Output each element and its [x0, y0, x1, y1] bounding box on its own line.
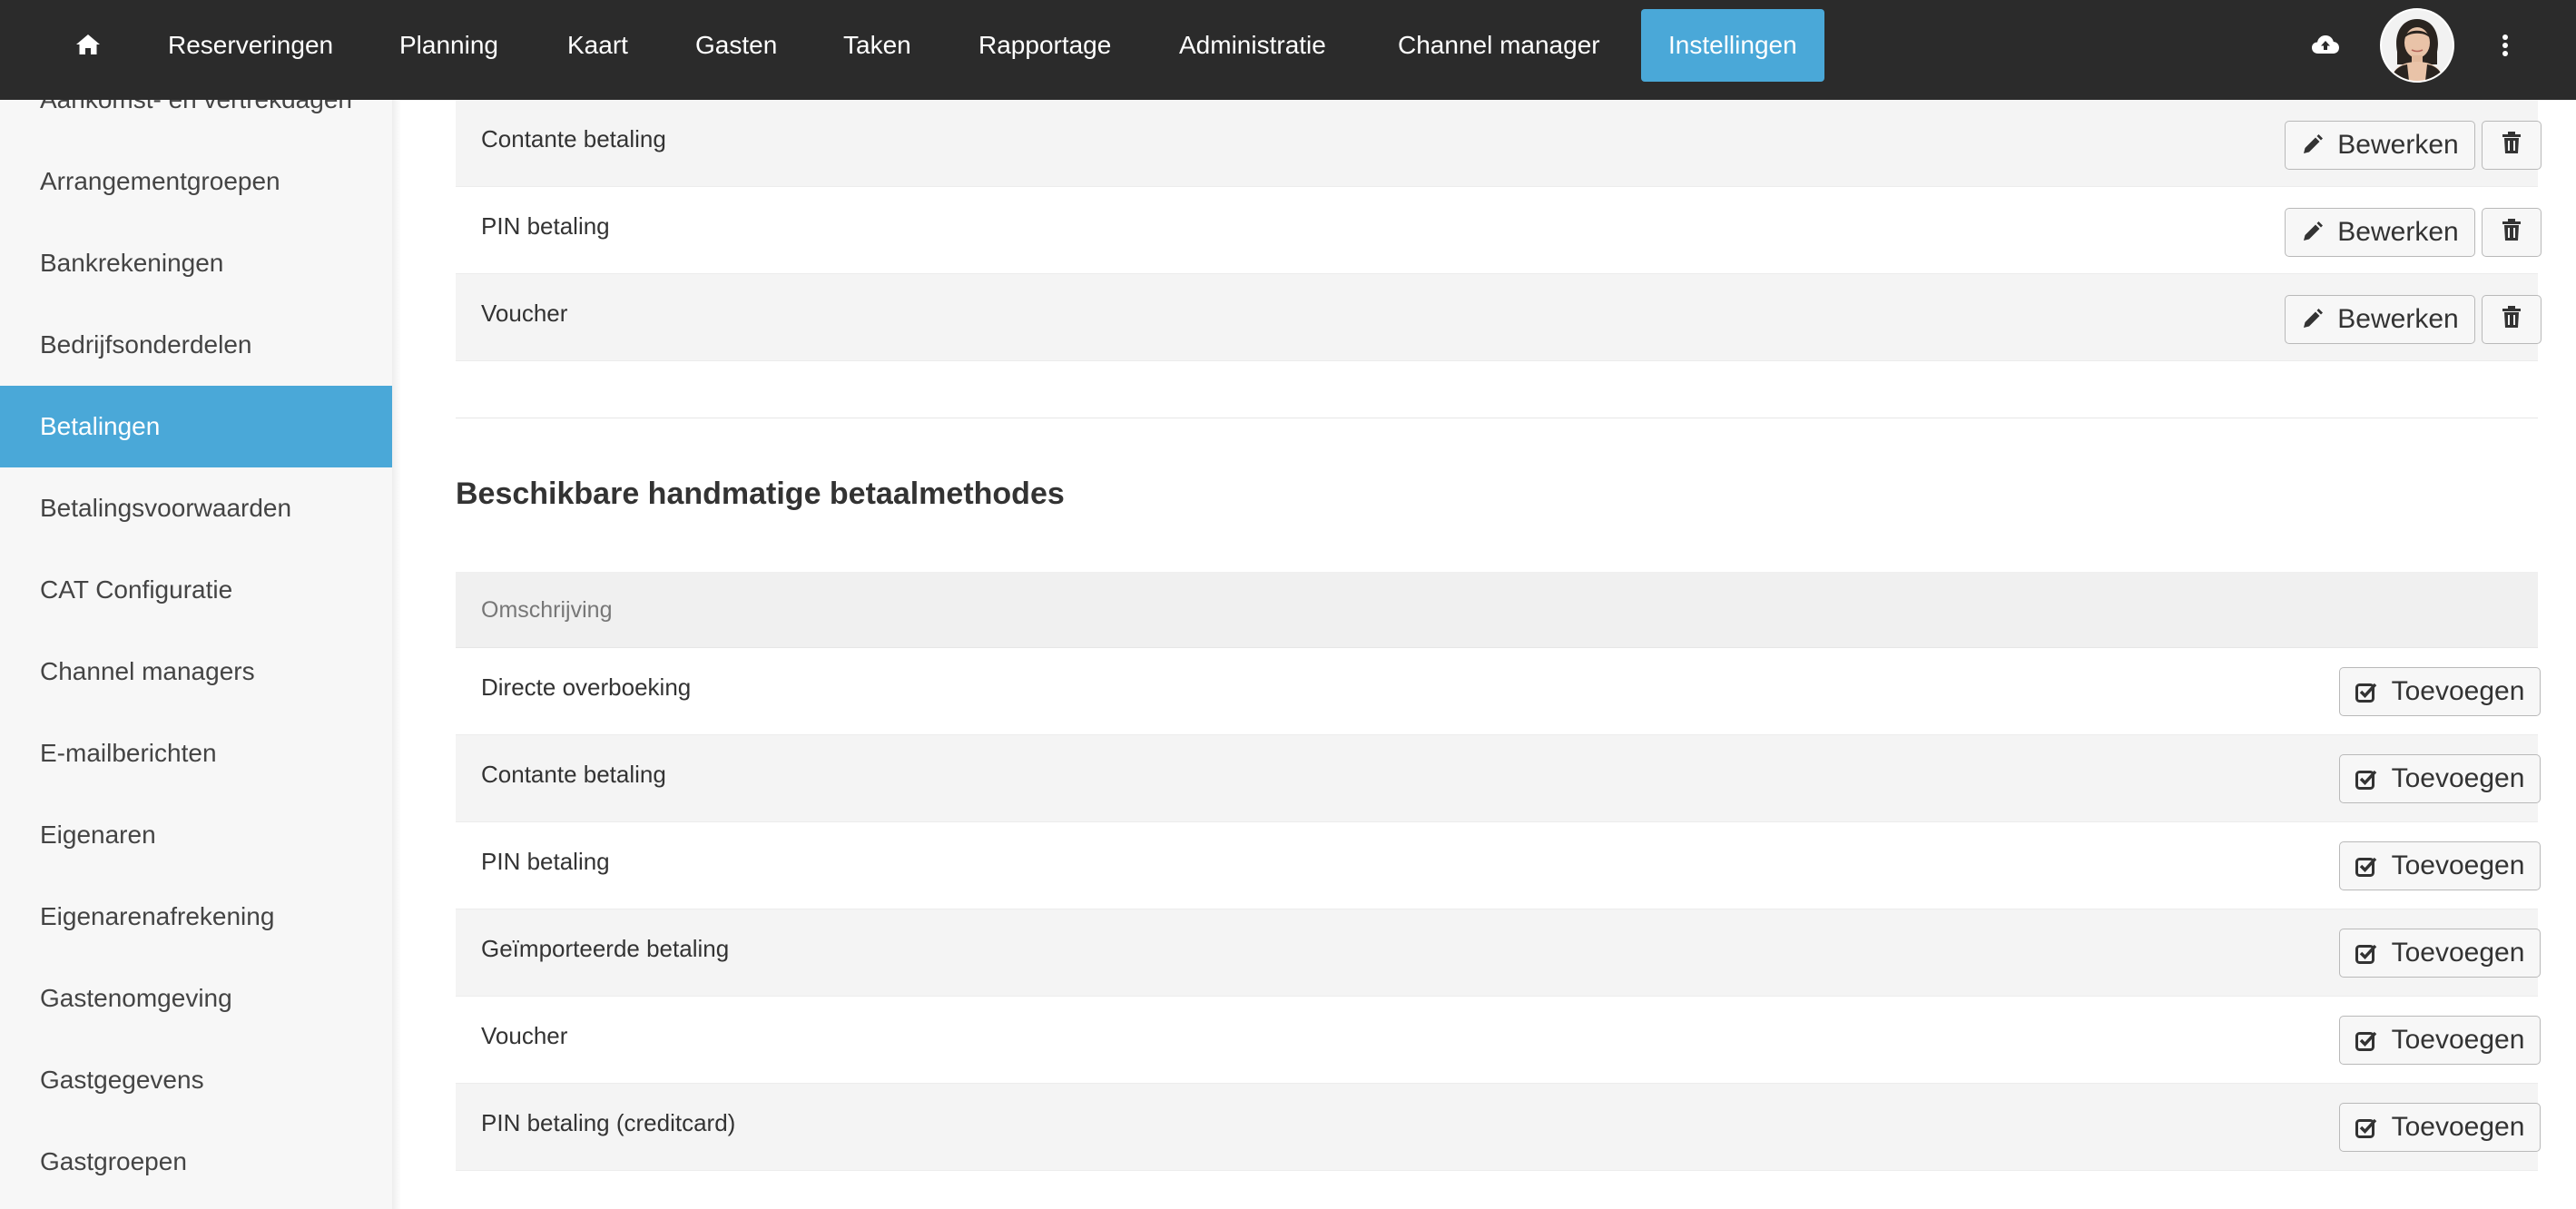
table-row: PIN betaling Toevoegen — [456, 822, 2541, 909]
edit-label: Bewerken — [2337, 217, 2459, 247]
pencil-icon — [2301, 309, 2324, 330]
edit-label: Bewerken — [2337, 304, 2459, 334]
sidebar-item-aankomst-en-vertrekdagen[interactable]: Aankomst- en vertrekdagen — [0, 100, 392, 141]
table-row: Directe overboeking Toevoegen — [456, 648, 2541, 735]
sidebar-item-betalingsvoorwaarden[interactable]: Betalingsvoorwaarden — [0, 467, 392, 549]
sidebar-item-arrangementgroepen[interactable]: Arrangementgroepen — [0, 141, 392, 222]
settings-sidebar: Aankomst- en vertrekdagen Arrangementgro… — [0, 100, 392, 1209]
check-square-icon — [2355, 855, 2377, 877]
delete-button[interactable] — [2482, 208, 2542, 257]
sidebar-item-channel-managers[interactable]: Channel managers — [0, 631, 392, 713]
delete-button[interactable] — [2482, 121, 2542, 170]
check-square-icon — [2355, 1116, 2377, 1138]
nav-item-instellingen[interactable]: Instellingen — [1641, 9, 1824, 82]
sidebar-item-bankrekeningen[interactable]: Bankrekeningen — [0, 222, 392, 304]
sidebar-item-eigenarenafrekening[interactable]: Eigenarenafrekening — [0, 876, 392, 958]
row-label: Voucher — [481, 300, 568, 327]
sidebar-item-bedrijfsonderdelen[interactable]: Bedrijfsonderdelen — [0, 304, 392, 386]
nav-item-planning[interactable]: Planning — [399, 9, 498, 82]
sidebar-item-gastgroepen[interactable]: Gastgroepen — [0, 1121, 392, 1203]
add-label: Toevoegen — [2391, 850, 2525, 880]
avatar[interactable] — [2380, 8, 2454, 83]
row-label: Directe overboeking — [481, 673, 692, 701]
sidebar-item-betalingen[interactable]: Betalingen — [0, 386, 392, 467]
sidebar-item-e-mailberichten[interactable]: E-mailberichten — [0, 713, 392, 794]
table-header: Omschrijving — [456, 572, 2538, 648]
trash-icon — [2502, 304, 2521, 335]
home-icon[interactable] — [69, 25, 107, 64]
check-square-icon — [2355, 681, 2377, 703]
cloud-upload-icon[interactable] — [2309, 25, 2342, 64]
edit-label: Bewerken — [2337, 130, 2459, 160]
table-row: PIN betaling (creditcard) Toevoegen — [456, 1084, 2541, 1171]
section-title: Beschikbare handmatige betaalmethodes — [456, 477, 1065, 511]
add-button[interactable]: Toevoegen — [2339, 841, 2541, 890]
row-label: Voucher — [481, 1022, 568, 1049]
add-button[interactable]: Toevoegen — [2339, 754, 2541, 803]
sidebar-item-cat-configuratie[interactable]: CAT Configuratie — [0, 549, 392, 631]
pencil-icon — [2301, 134, 2324, 156]
nav-item-taken[interactable]: Taken — [843, 9, 911, 82]
sidebar-item-gastenomgeving[interactable]: Gastenomgeving — [0, 958, 392, 1039]
trash-icon — [2502, 217, 2521, 248]
edit-button[interactable]: Bewerken — [2285, 295, 2475, 344]
table-row: Voucher Bewerken — [456, 274, 2542, 361]
delete-button[interactable] — [2482, 295, 2542, 344]
add-button[interactable]: Toevoegen — [2339, 1016, 2541, 1065]
row-label: Contante betaling — [481, 125, 666, 152]
add-button[interactable]: Toevoegen — [2339, 1103, 2541, 1152]
column-header-omschrijving: Omschrijving — [481, 597, 613, 623]
edit-button[interactable]: Bewerken — [2285, 208, 2475, 257]
table-row: Contante betaling Bewerken — [456, 100, 2542, 187]
table-row: Contante betaling Toevoegen — [456, 735, 2541, 822]
more-vertical-icon[interactable] — [2494, 24, 2516, 67]
sidebar-item-eigenaren[interactable]: Eigenaren — [0, 794, 392, 876]
row-label: PIN betaling (creditcard) — [481, 1109, 736, 1136]
add-button[interactable]: Toevoegen — [2339, 929, 2541, 978]
nav-item-rapportage[interactable]: Rapportage — [978, 9, 1111, 82]
table-row: Voucher Toevoegen — [456, 997, 2541, 1084]
nav-item-kaart[interactable]: Kaart — [567, 9, 628, 82]
add-label: Toevoegen — [2391, 1112, 2525, 1142]
row-label: PIN betaling — [481, 212, 610, 240]
add-button[interactable]: Toevoegen — [2339, 667, 2541, 716]
nav-item-gasten[interactable]: Gasten — [695, 9, 777, 82]
trash-icon — [2502, 130, 2521, 161]
row-label: Geïmporteerde betaling — [481, 935, 730, 962]
check-square-icon — [2355, 942, 2377, 964]
nav-item-reserveringen[interactable]: Reserveringen — [168, 9, 333, 82]
nav-item-channel-manager[interactable]: Channel manager — [1398, 9, 1600, 82]
sidebar-item-gastgegevens[interactable]: Gastgegevens — [0, 1039, 392, 1121]
add-label: Toevoegen — [2391, 938, 2525, 968]
check-square-icon — [2355, 768, 2377, 790]
add-label: Toevoegen — [2391, 763, 2525, 793]
row-label: PIN betaling — [481, 848, 610, 875]
edit-button[interactable]: Bewerken — [2285, 121, 2475, 170]
table-row: Geïmporteerde betaling Toevoegen — [456, 909, 2541, 997]
table-row: PIN betaling Bewerken — [456, 187, 2542, 274]
add-label: Toevoegen — [2391, 1025, 2525, 1055]
check-square-icon — [2355, 1029, 2377, 1051]
nav-item-administratie[interactable]: Administratie — [1179, 9, 1326, 82]
top-navigation-bar: Reserveringen Planning Kaart Gasten Take… — [0, 0, 2576, 100]
add-label: Toevoegen — [2391, 676, 2525, 706]
pencil-icon — [2301, 221, 2324, 243]
row-label: Contante betaling — [481, 761, 666, 788]
main-content: Contante betaling Bewerken PIN betaling … — [392, 100, 2576, 1209]
